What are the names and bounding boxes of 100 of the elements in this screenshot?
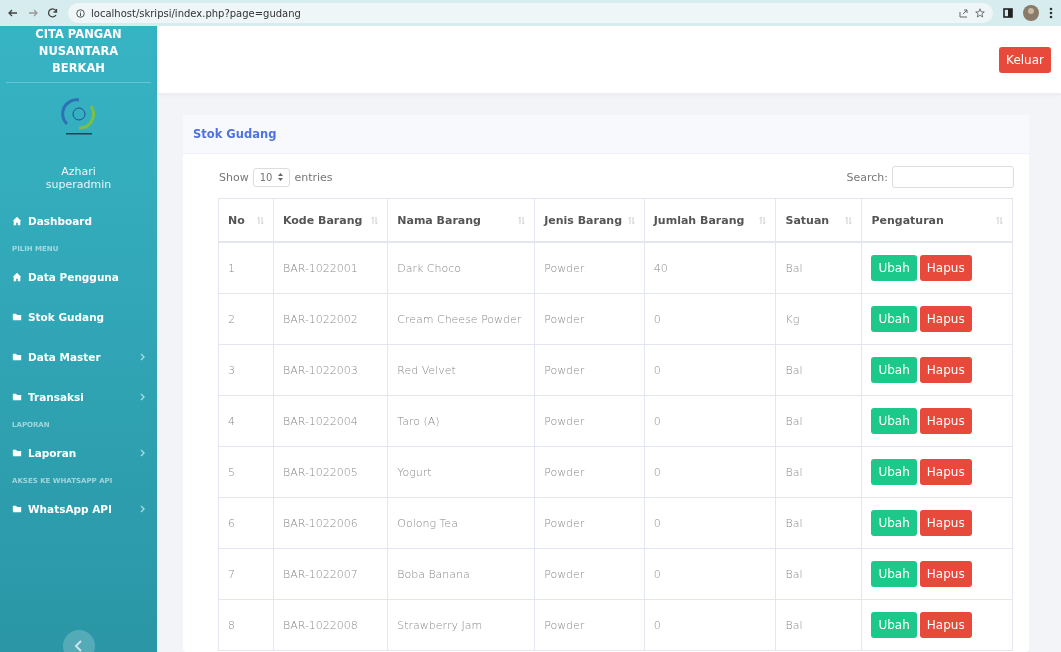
info-icon — [76, 8, 85, 18]
table-cell: BAR-1022004 — [273, 395, 388, 447]
sidebar-item[interactable]: Laporan — [0, 433, 157, 473]
show-label: Show — [219, 170, 249, 184]
folder-icon — [12, 312, 22, 322]
page-length-select[interactable]: 10 — [252, 167, 291, 187]
table-cell: Powder — [534, 293, 645, 345]
column-header[interactable]: No — [218, 198, 274, 242]
table-cell: Powder — [534, 497, 645, 549]
table-cell: 0 — [644, 395, 776, 447]
table-cell: Bal — [775, 344, 862, 396]
column-header[interactable]: Jumlah Barang — [644, 198, 776, 242]
edit-button[interactable]: Ubah — [871, 306, 917, 332]
table-cell: BAR-1022008 — [273, 599, 388, 651]
table-cell: 6 — [218, 497, 274, 549]
edit-button[interactable]: Ubah — [871, 510, 917, 536]
table-cell: Powder — [534, 599, 645, 651]
table-cell: BAR-1022005 — [273, 446, 388, 498]
edit-button[interactable]: Ubah — [871, 561, 917, 587]
sidebar-item[interactable]: Transaksi — [0, 377, 157, 417]
logout-button[interactable]: Keluar — [999, 46, 1051, 73]
delete-button[interactable]: Hapus — [919, 459, 972, 485]
folder-icon — [12, 448, 22, 458]
address-bar[interactable]: localhost/skripsi/index.php?page=gudang — [68, 3, 993, 23]
share-icon[interactable] — [959, 8, 969, 18]
table-cell: 0 — [644, 497, 776, 549]
table-cell: Powder — [534, 344, 645, 396]
table-cell: 0 — [644, 293, 776, 345]
sidebar-item[interactable]: Dashboard — [0, 201, 157, 241]
delete-button[interactable]: Hapus — [919, 408, 972, 434]
sidebar-item[interactable]: Stok Gudang — [0, 297, 157, 337]
delete-button[interactable]: Hapus — [919, 306, 972, 332]
edit-button[interactable]: Ubah — [871, 255, 917, 281]
table-cell: BAR-1022006 — [273, 497, 388, 549]
table-cell: 0 — [644, 599, 776, 651]
star-icon[interactable] — [975, 8, 985, 18]
table-cell: Powder — [534, 242, 645, 294]
column-header[interactable]: Jenis Barang — [534, 198, 645, 242]
table-cell: Kg — [775, 293, 862, 345]
table-cell: 7 — [218, 548, 274, 600]
column-header[interactable]: Satuan — [775, 198, 862, 242]
delete-button[interactable]: Hapus — [919, 357, 972, 383]
table-cell: Strawberry Jam — [387, 599, 535, 651]
table-cell: 5 — [218, 446, 274, 498]
reload-icon[interactable] — [48, 8, 58, 18]
home-icon — [12, 216, 22, 226]
table-cell: Powder — [534, 446, 645, 498]
card-title: Stok Gudang — [183, 115, 1029, 154]
sidebar-item[interactable]: WhatsApp API — [0, 489, 157, 529]
sort-icon — [996, 215, 1003, 225]
sort-arrows-icon — [278, 173, 284, 181]
avatar-icon[interactable] — [1023, 5, 1039, 21]
user-role: superadmin — [44, 178, 113, 191]
table-cell: 3 — [218, 344, 274, 396]
brand-title: CITA PANGAN NUSANTARA BERKAH — [6, 26, 151, 83]
sidebar-item[interactable]: Data Pengguna — [0, 257, 157, 297]
sidebar-item[interactable]: Data Master — [0, 337, 157, 377]
table-cell: Cream Cheese Powder — [387, 293, 535, 345]
edit-button[interactable]: Ubah — [871, 612, 917, 638]
logo-icon — [59, 97, 98, 137]
table-cell: Bal — [775, 446, 862, 498]
table-cell: Bal — [775, 242, 862, 294]
sort-icon — [371, 215, 379, 225]
user-name: Azhari — [60, 165, 97, 178]
sort-icon — [256, 215, 264, 225]
delete-button[interactable]: Hapus — [919, 561, 972, 587]
search-label: Search: — [846, 170, 888, 184]
table-cell: Taro (A) — [387, 395, 535, 447]
table-cell: 2 — [218, 293, 274, 345]
delete-button[interactable]: Hapus — [919, 255, 972, 281]
sort-icon — [759, 215, 767, 225]
url-text: localhost/skripsi/index.php?page=gudang — [91, 7, 301, 19]
sort-icon — [627, 215, 635, 225]
column-header[interactable]: Nama Barang — [387, 198, 535, 242]
delete-button[interactable]: Hapus — [919, 612, 972, 638]
table-cell: Bal — [775, 497, 862, 549]
table-cell: BAR-1022002 — [273, 293, 388, 345]
table-cell: 4 — [218, 395, 274, 447]
folder-icon — [12, 392, 22, 402]
table-cell: Boba Banana — [387, 548, 535, 600]
table-cell: BAR-1022003 — [273, 344, 388, 396]
table-cell: Bal — [775, 599, 862, 651]
table-cell: 0 — [644, 344, 776, 396]
home-icon — [12, 272, 22, 282]
column-header[interactable]: Pengaturan — [861, 198, 1013, 242]
column-header[interactable]: Kode Barang — [273, 198, 388, 242]
back-icon[interactable] — [8, 8, 18, 18]
table-cell: 8 — [218, 599, 274, 651]
side-panel-icon[interactable] — [1003, 8, 1013, 18]
search-field[interactable] — [892, 166, 1014, 188]
edit-button[interactable]: Ubah — [871, 459, 917, 485]
edit-button[interactable]: Ubah — [871, 357, 917, 383]
table-cell: 1 — [218, 242, 274, 294]
edit-button[interactable]: Ubah — [871, 408, 917, 434]
delete-button[interactable]: Hapus — [919, 510, 972, 536]
table-cell: BAR-1022001 — [273, 242, 388, 294]
menu-icon[interactable] — [1049, 7, 1053, 19]
table-cell: Bal — [775, 395, 862, 447]
table-cell: Oolong Tea — [387, 497, 535, 549]
table-cell: Powder — [534, 395, 645, 447]
